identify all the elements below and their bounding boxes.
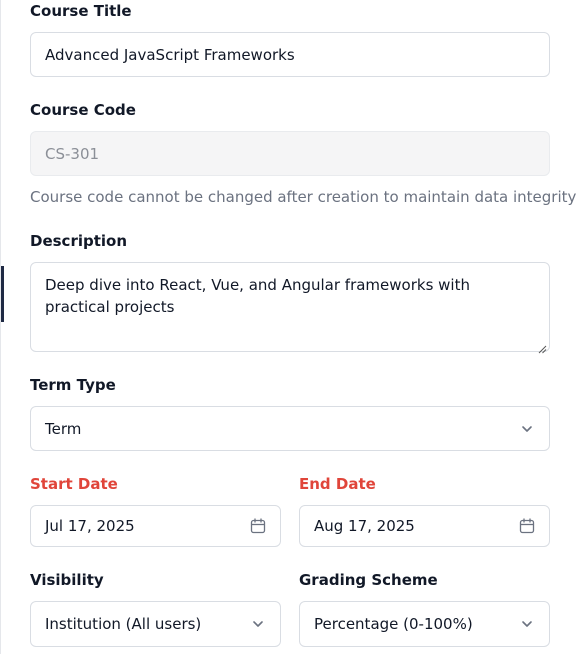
visibility-select[interactable]: Institution (All users) bbox=[30, 601, 281, 647]
background-window-edge bbox=[1, 266, 4, 322]
end-date-label: End Date bbox=[299, 475, 376, 493]
course-code-label: Course Code bbox=[30, 101, 136, 119]
resize-handle-icon[interactable] bbox=[537, 339, 547, 354]
start-date-input[interactable]: Jul 17, 2025 bbox=[30, 505, 281, 547]
visibility-value: Institution (All users) bbox=[45, 615, 202, 633]
grading-scheme-label: Grading Scheme bbox=[299, 571, 438, 589]
start-date-label: Start Date bbox=[30, 475, 118, 493]
visibility-label: Visibility bbox=[30, 571, 104, 589]
term-type-label: Term Type bbox=[30, 376, 116, 394]
course-code-value: CS-301 bbox=[45, 144, 100, 163]
grading-scheme-value: Percentage (0-100%) bbox=[314, 615, 473, 633]
description-textarea[interactable]: Deep dive into React, Vue, and Angular f… bbox=[30, 262, 550, 354]
grading-scheme-select[interactable]: Percentage (0-100%) bbox=[299, 601, 550, 647]
term-type-value: Term bbox=[45, 419, 82, 438]
course-title-input[interactable]: Advanced JavaScript Frameworks bbox=[30, 32, 550, 77]
term-type-select[interactable]: Term bbox=[30, 406, 550, 451]
description-label: Description bbox=[30, 232, 128, 250]
end-date-value: Aug 17, 2025 bbox=[314, 517, 415, 535]
chevron-down-icon bbox=[250, 616, 266, 632]
description-value: Deep dive into React, Vue, and Angular f… bbox=[45, 276, 470, 316]
course-code-help-text: Course code cannot be changed after crea… bbox=[30, 188, 576, 206]
course-code-input: CS-301 bbox=[30, 131, 550, 176]
end-date-input[interactable]: Aug 17, 2025 bbox=[299, 505, 550, 547]
calendar-icon[interactable] bbox=[519, 518, 535, 534]
course-edit-form: Course Title Advanced JavaScript Framewo… bbox=[0, 0, 576, 654]
start-date-value: Jul 17, 2025 bbox=[45, 517, 135, 535]
calendar-icon[interactable] bbox=[250, 518, 266, 534]
chevron-down-icon bbox=[519, 616, 535, 632]
chevron-down-icon bbox=[519, 421, 535, 437]
course-title-value: Advanced JavaScript Frameworks bbox=[45, 45, 295, 64]
course-title-label: Course Title bbox=[30, 2, 132, 20]
